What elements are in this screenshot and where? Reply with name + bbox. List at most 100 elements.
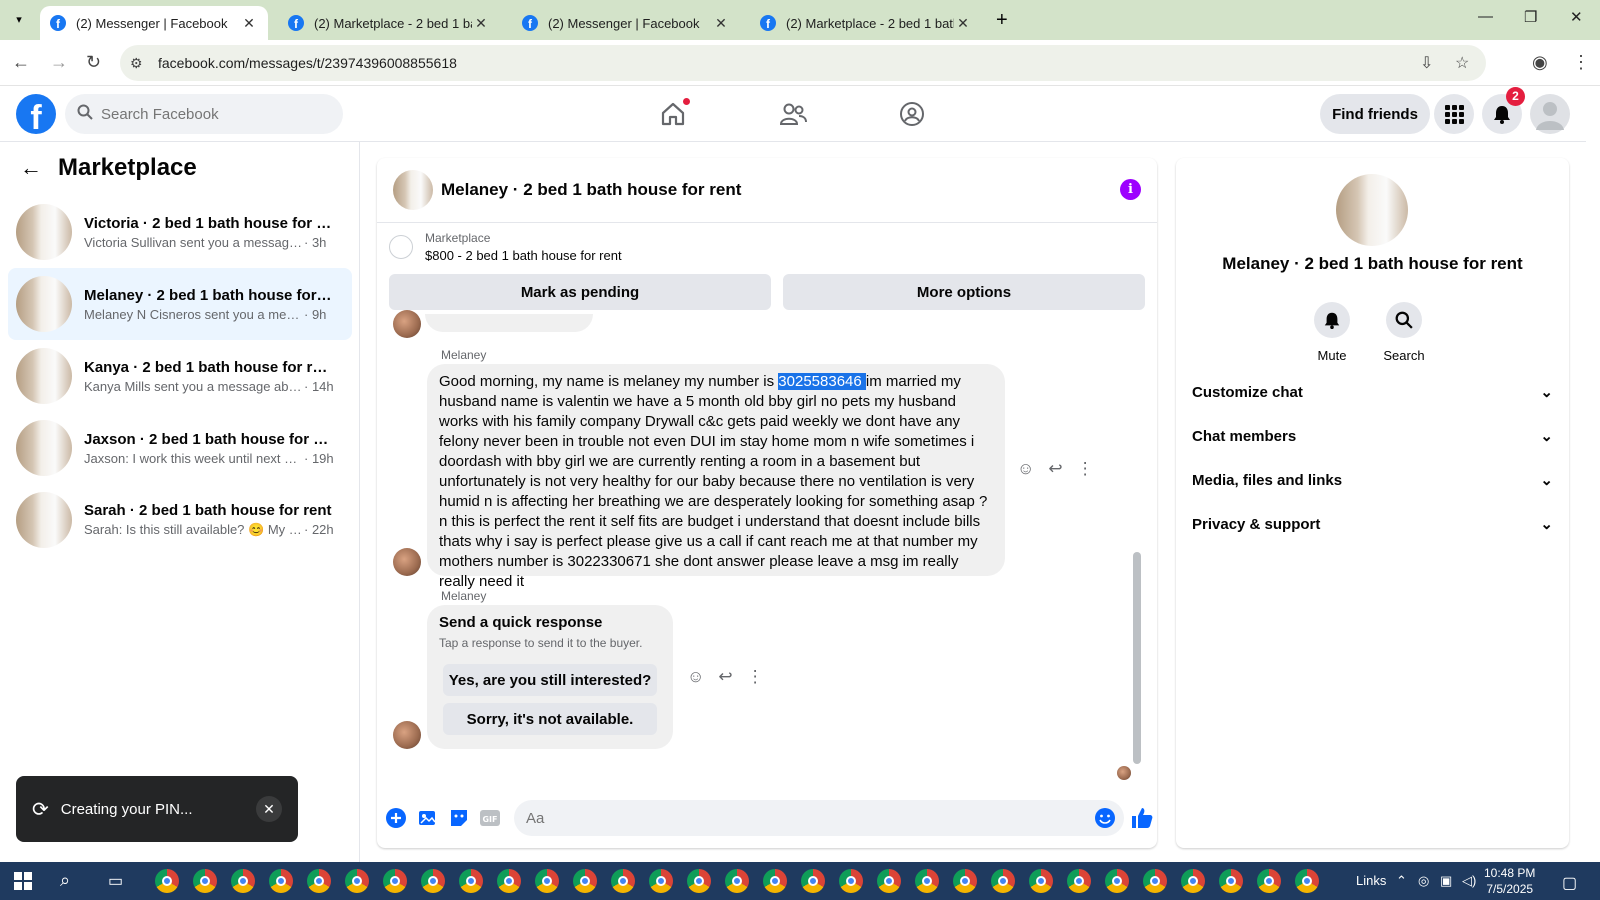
taskbar-chrome-icon[interactable] (497, 869, 521, 893)
conversation-melaney[interactable]: Melaney · 2 bed 1 bath house for r... Me… (8, 268, 352, 340)
facebook-logo-icon[interactable]: f (16, 94, 56, 134)
notification-center-icon[interactable]: ▢ (1562, 873, 1577, 893)
taskbar-chrome-icon[interactable] (573, 869, 597, 893)
browser-tab-3[interactable]: f (2) Messenger | Facebook ✕ (512, 6, 740, 40)
taskbar-chrome-icon[interactable] (345, 869, 369, 893)
taskbar-chrome-icon[interactable] (1029, 869, 1053, 893)
taskbar-chrome-icon[interactable] (1181, 869, 1205, 893)
url-text[interactable]: facebook.com/messages/t/2397439600885561… (158, 55, 457, 71)
taskbar-chrome-icon[interactable] (839, 869, 863, 893)
reload-icon[interactable]: ↻ (86, 52, 101, 73)
taskbar-chrome-icon[interactable] (459, 869, 483, 893)
info-icon[interactable]: i (1120, 179, 1141, 200)
taskbar-chrome-icon[interactable] (1067, 869, 1091, 893)
more-options-button[interactable]: More options (783, 274, 1145, 310)
forward-icon[interactable]: → (50, 52, 68, 73)
restore-icon[interactable]: ❐ (1524, 8, 1537, 26)
quick-reply-sorry-button[interactable]: Sorry, it's not available. (443, 703, 657, 735)
taskbar-chrome-icon[interactable] (877, 869, 901, 893)
chat-scrollbar[interactable] (1133, 320, 1141, 764)
taskbar-chrome-icon[interactable] (801, 869, 825, 893)
taskbar-chrome-icon[interactable] (991, 869, 1015, 893)
install-app-icon[interactable]: ⇩ (1420, 53, 1433, 73)
gif-icon[interactable]: GIF (479, 807, 501, 829)
listing-banner[interactable]: Marketplace $800 - 2 bed 1 bath house fo… (389, 231, 622, 263)
browser-tab-2[interactable]: f (2) Marketplace - 2 bed 1 bath ✕ (278, 6, 500, 40)
taskbar-chrome-icon[interactable] (535, 869, 559, 893)
menu-grid-icon[interactable] (1434, 94, 1474, 134)
browser-tab-4[interactable]: f (2) Marketplace - 2 bed 1 bath ✕ (750, 6, 982, 40)
meet-now-icon[interactable]: ◎ (1418, 873, 1429, 889)
bookmark-star-icon[interactable]: ☆ (1455, 53, 1469, 73)
close-window-icon[interactable]: ✕ (1570, 8, 1583, 26)
taskbar-chrome-icon[interactable] (1105, 869, 1129, 893)
close-tab-icon[interactable]: ✕ (472, 15, 490, 32)
react-emoji-icon[interactable]: ☺ (687, 667, 704, 687)
account-avatar-icon[interactable] (1530, 94, 1570, 134)
chat-scrollbar-thumb[interactable] (1133, 552, 1141, 764)
taskbar-chrome-icon[interactable] (1143, 869, 1167, 893)
groups-icon[interactable] (894, 96, 930, 132)
tray-overflow-icon[interactable]: ⌃ (1396, 873, 1407, 889)
mark-as-pending-button[interactable]: Mark as pending (389, 274, 771, 310)
search-conversation-button[interactable]: Search (1374, 302, 1434, 363)
taskbar-chrome-icon[interactable] (1257, 869, 1281, 893)
volume-icon[interactable]: ◁) (1462, 873, 1476, 889)
links-toolbar-label[interactable]: Links (1356, 873, 1386, 888)
close-tab-icon[interactable]: ✕ (712, 15, 730, 32)
browser-tab-1[interactable]: f (2) Messenger | Facebook ✕ (40, 6, 268, 40)
task-view-icon[interactable]: ▭ (108, 871, 123, 891)
taskbar-chrome-icon[interactable] (915, 869, 939, 893)
back-arrow-icon[interactable]: ← (20, 155, 42, 181)
taskbar-chrome-icon[interactable] (231, 869, 255, 893)
customize-chat-section[interactable]: Customize chat ⌄ (1192, 372, 1553, 412)
taskbar-chrome-icon[interactable] (155, 869, 179, 893)
more-actions-icon[interactable]: ⋮ (747, 667, 764, 687)
close-tab-icon[interactable]: ✕ (954, 15, 972, 32)
mute-button[interactable]: Mute (1302, 302, 1362, 363)
taskbar-search-icon[interactable]: ⌕ (60, 870, 70, 891)
chat-members-section[interactable]: Chat members ⌄ (1192, 416, 1553, 456)
quick-reply-yes-button[interactable]: Yes, are you still interested? (443, 664, 657, 696)
search-input[interactable] (101, 105, 321, 123)
react-emoji-icon[interactable]: ☺ (1017, 459, 1034, 479)
media-files-links-section[interactable]: Media, files and links ⌄ (1192, 460, 1553, 500)
page-scrollbar[interactable] (1586, 86, 1600, 862)
message-bubble[interactable]: Good morning, my name is melaney my numb… (427, 364, 1005, 590)
friends-icon[interactable] (775, 96, 811, 132)
reply-icon[interactable]: ↩ (718, 667, 732, 687)
taskbar-chrome-icon[interactable] (649, 869, 673, 893)
site-info-icon[interactable]: ⚙ (130, 55, 150, 72)
taskbar-chrome-icon[interactable] (193, 869, 217, 893)
privacy-support-section[interactable]: Privacy & support ⌄ (1192, 504, 1553, 544)
chat-thumbnail[interactable] (393, 170, 433, 210)
taskbar-chrome-icon[interactable] (763, 869, 787, 893)
taskbar-chrome-icon[interactable] (269, 869, 293, 893)
taskbar-chrome-icon[interactable] (421, 869, 445, 893)
conversation-sarah[interactable]: Sarah · 2 bed 1 bath house for rent Sara… (8, 484, 352, 556)
search-facebook[interactable] (65, 94, 343, 134)
taskbar-chrome-icon[interactable] (307, 869, 331, 893)
browser-menu-icon[interactable]: ⋮ (1572, 52, 1590, 73)
find-friends-button[interactable]: Find friends (1320, 94, 1430, 134)
close-tab-icon[interactable]: ✕ (240, 15, 258, 32)
message-input[interactable] (526, 809, 1066, 827)
chat-title[interactable]: Melaney · 2 bed 1 bath house for rent (441, 180, 741, 200)
taskbar-chrome-icon[interactable] (611, 869, 635, 893)
attach-photo-icon[interactable] (417, 807, 439, 829)
taskbar-chrome-icon[interactable] (1295, 869, 1319, 893)
toast-close-icon[interactable]: ✕ (256, 796, 282, 822)
message-input-field[interactable] (514, 800, 1124, 836)
taskbar-chrome-icon[interactable] (383, 869, 407, 893)
taskbar-chrome-icon[interactable] (687, 869, 711, 893)
network-icon[interactable]: ▣ (1440, 873, 1452, 889)
conversation-victoria[interactable]: Victoria · 2 bed 1 bath house for re... … (8, 196, 352, 268)
like-thumb-icon[interactable] (1129, 805, 1155, 831)
reply-icon[interactable]: ↩ (1048, 459, 1062, 479)
new-tab-icon[interactable]: + (996, 9, 1008, 31)
sticker-icon[interactable] (448, 807, 470, 829)
taskbar-chrome-icon[interactable] (725, 869, 749, 893)
taskbar-chrome-icon[interactable] (1219, 869, 1243, 893)
tab-search-icon[interactable]: ▾ (8, 9, 30, 31)
conversation-jaxson[interactable]: Jaxson · 2 bed 1 bath house for rent Jax… (8, 412, 352, 484)
